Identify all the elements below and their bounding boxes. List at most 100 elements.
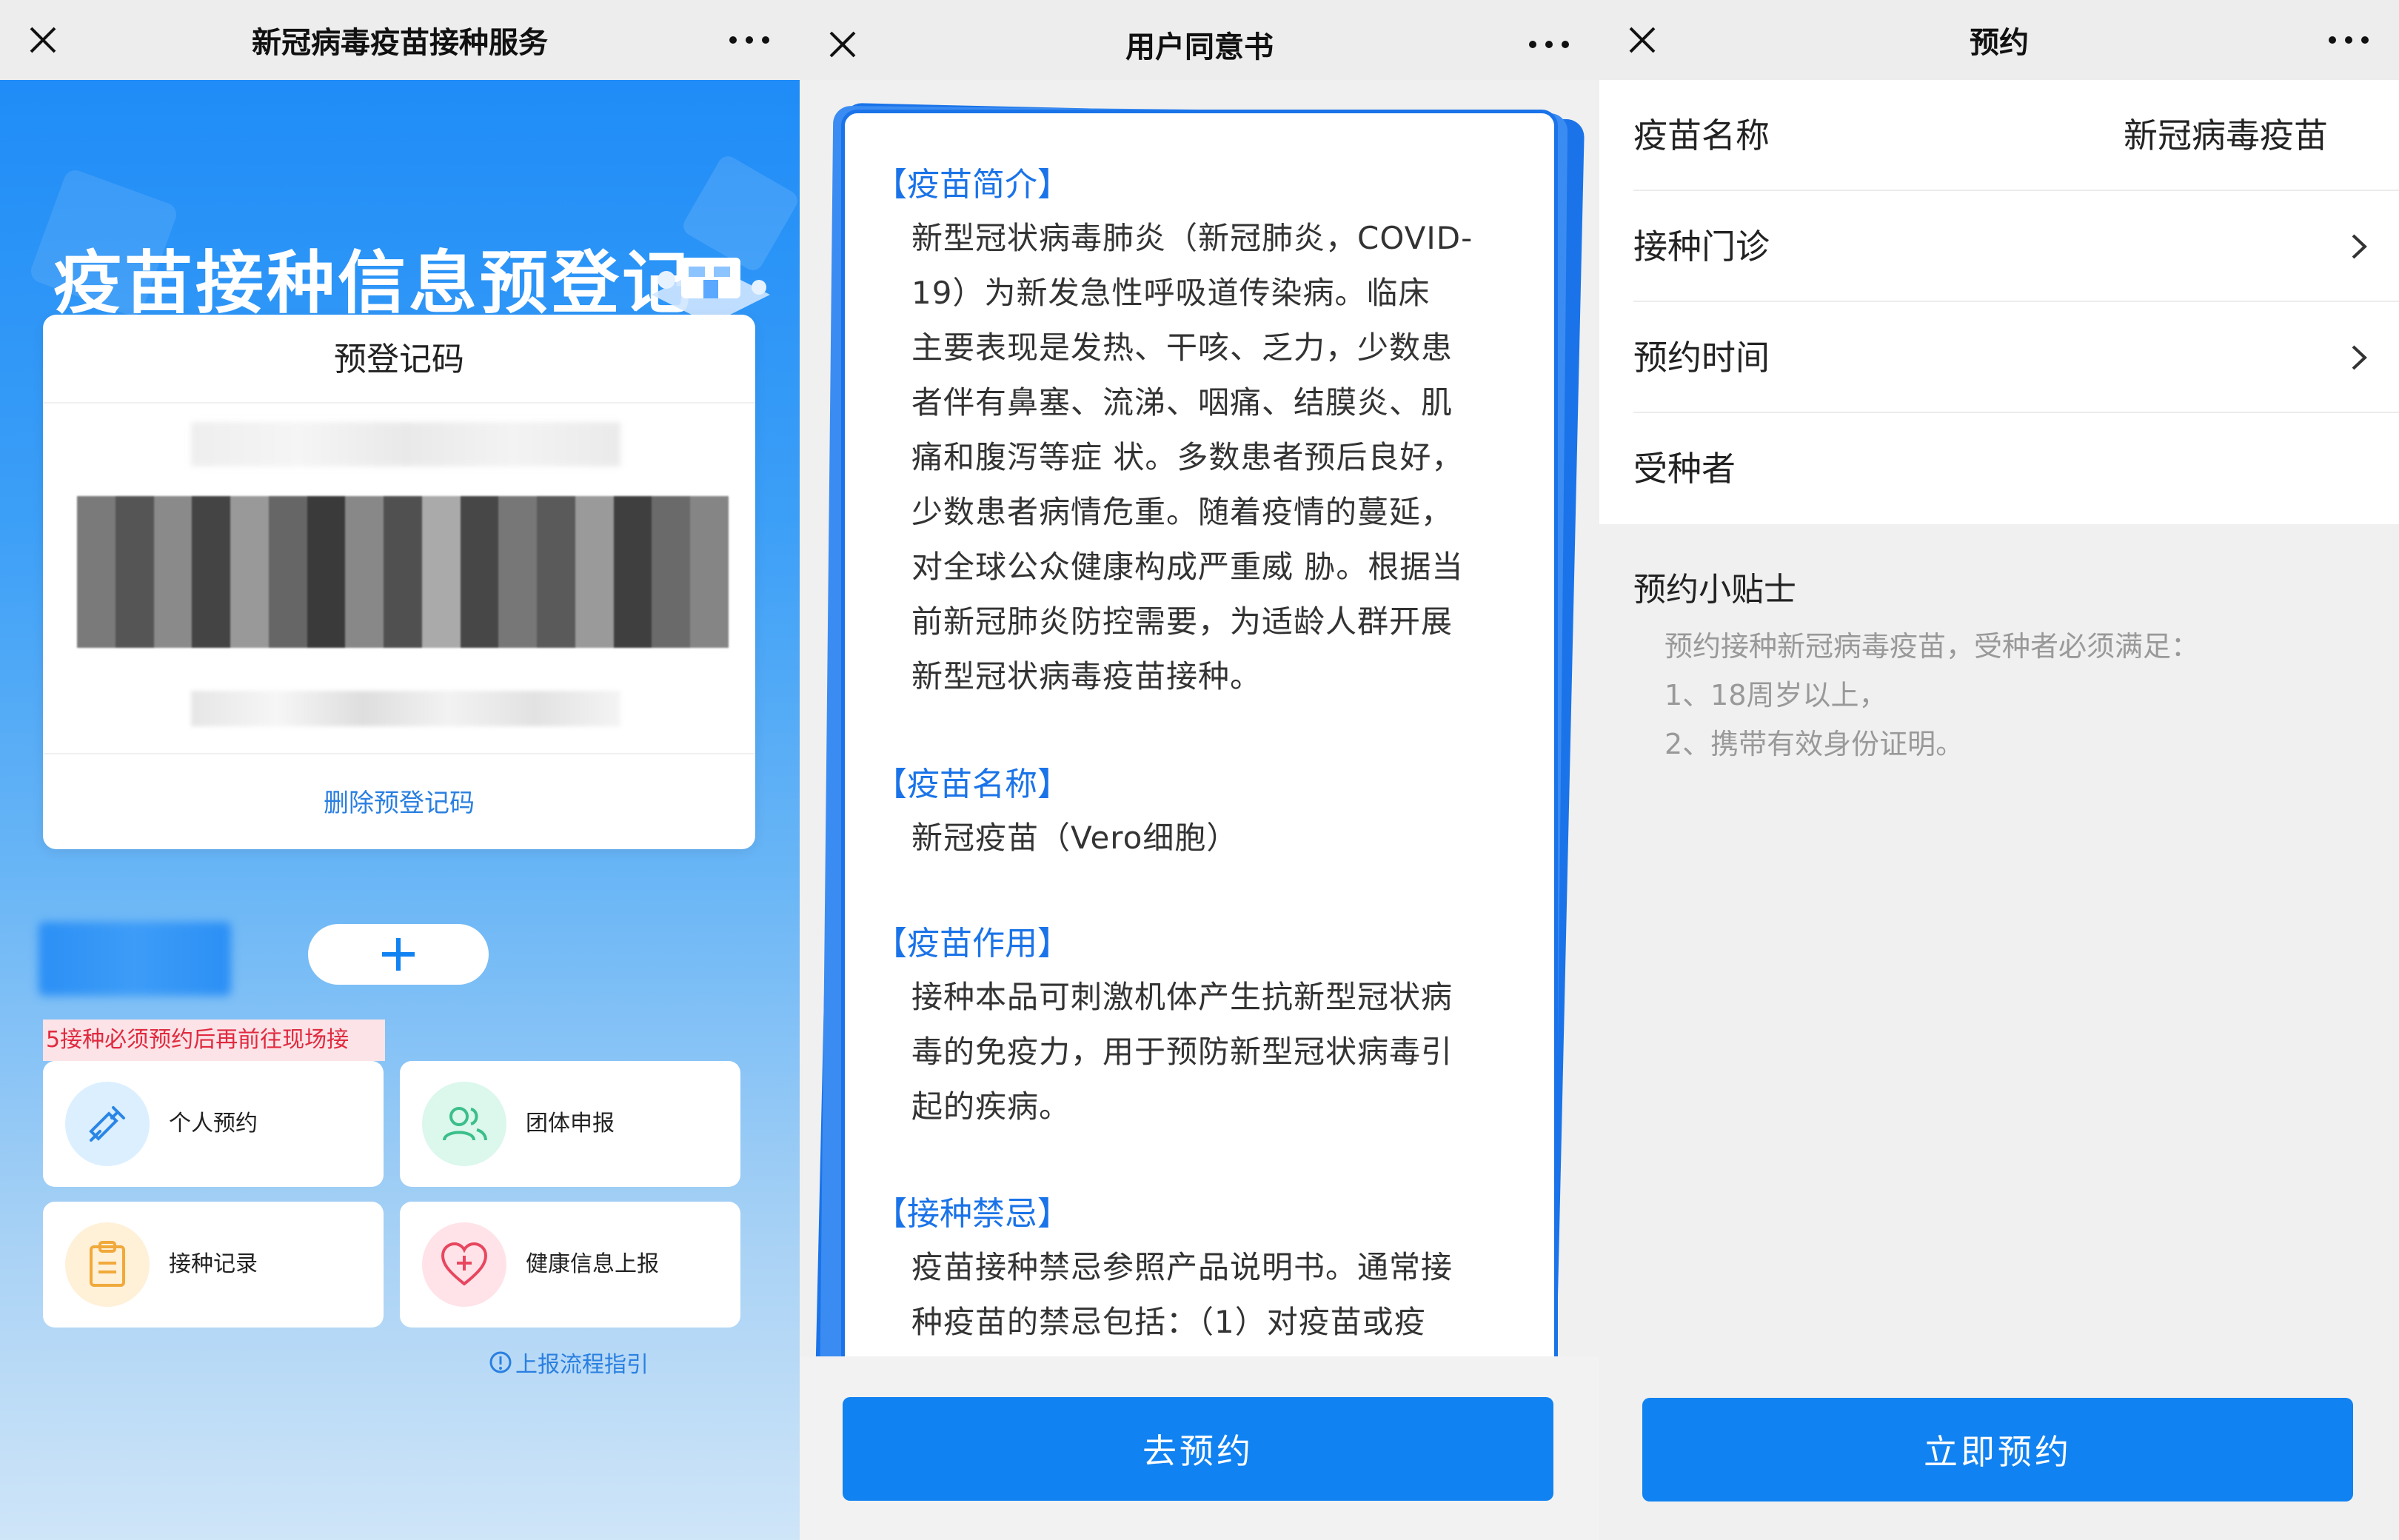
more-button[interactable] (2312, 10, 2386, 70)
more-icon (1529, 41, 1569, 48)
vaccine-name-row: 疫苗名称 新冠病毒疫苗 (1599, 80, 2399, 191)
barcode-bar (192, 496, 231, 648)
preregistration-code-card: 预登记码 删除预登记码 (43, 315, 755, 849)
barcode-bar (460, 496, 499, 648)
barcode-bar (345, 496, 384, 648)
section-body: 新冠疫苗（Vero细胞） (911, 811, 1519, 866)
page-title: 新冠病毒疫苗接种服务 (252, 26, 548, 60)
recipient-row[interactable]: 受种者 (1599, 413, 2399, 524)
section-title: 【疫苗简介】 (874, 166, 1070, 204)
guide-label: 上报流程指引 (515, 1352, 649, 1378)
row-label: 受种者 (1633, 449, 1736, 489)
barcode-bar (307, 496, 346, 648)
barcode-bar (537, 496, 575, 648)
barcode-bar (268, 496, 307, 648)
section-line: 对全球公众健康构成严重威 胁。根据当 (911, 549, 1464, 585)
report-guide-link[interactable]: 上报流程指引 (489, 1346, 649, 1379)
barcode-bar (690, 496, 729, 648)
close-icon (30, 27, 56, 53)
close-icon (829, 31, 856, 58)
personal-booking-tile[interactable]: 个人预约 (43, 1061, 384, 1187)
section-line: 19）为新发急性呼吸道传染病。临床 (911, 275, 1431, 311)
clinic-row[interactable]: 接种门诊 (1599, 191, 2399, 302)
section-line: 毒的免疫力，用于预防新型冠状病毒引 (911, 1034, 1453, 1070)
vaccination-record-tile[interactable]: 接种记录 (43, 1202, 384, 1328)
bottom-bar: 去预约 (800, 1356, 1599, 1540)
section-line: 起的疾病。 (911, 1088, 1071, 1125)
tile-label: 个人预约 (169, 1111, 258, 1136)
barcode-bar (153, 496, 193, 648)
divider (43, 753, 755, 754)
barcode-bar (652, 496, 691, 648)
health-report-tile[interactable]: 健康信息上报 (400, 1202, 740, 1328)
vaccine-name-value: 新冠病毒疫苗 (2124, 116, 2328, 155)
blurred-code-number (191, 691, 620, 726)
section-line: 痛和腹泻等症 状。多数患者预后良好， (911, 439, 1464, 475)
blurred-info (191, 422, 620, 466)
close-icon (1629, 27, 1656, 53)
tile-label: 团体申报 (526, 1111, 615, 1136)
card-title: 预登记码 (334, 341, 464, 378)
section-body: 新型冠状病毒肺炎（新冠肺炎，COVID- 19）为新发急性呼吸道传染病。临床 主要表… (911, 211, 1519, 704)
more-button[interactable] (712, 10, 786, 70)
booking-form: 疫苗名称 新冠病毒疫苗 接种门诊 预约时间 受种者 (1599, 80, 2399, 524)
vaccine-service-screen: 疫苗接种信息预登记 新冠病毒疫苗接种服务 预登记码 删除预登记码 5接种必须预约… (0, 0, 800, 1540)
row-label: 接种门诊 (1633, 227, 1770, 267)
section-title: 【疫苗名称】 (874, 766, 1070, 803)
section-line: 主要表现是发热、干咳、乏力，少数患 (911, 329, 1453, 366)
barcode-bar (115, 496, 154, 648)
book-now-button[interactable]: 立即预约 (1642, 1398, 2353, 1502)
section-title: 【疫苗作用】 (874, 925, 1070, 962)
section-line: 新型冠状病毒疫苗接种。 (911, 658, 1262, 694)
barcode-bar (613, 496, 652, 648)
section-line: 新冠疫苗（Vero细胞） (911, 820, 1239, 856)
section-title: 【接种禁忌】 (874, 1195, 1070, 1233)
tip-item: 预约接种新冠病毒疫苗，受种者必须满足： (1664, 630, 2200, 663)
go-booking-button[interactable]: 去预约 (843, 1397, 1553, 1501)
section-body: 疫苗接种禁忌参照产品说明书。通常接 种疫苗的禁忌包括：（1）对疫苗或疫 (911, 1240, 1519, 1350)
more-button[interactable] (1512, 15, 1586, 74)
section-line: 者伴有鼻塞、流涕、咽痛、结膜炎、肌 (911, 384, 1453, 421)
heart-plus-icon (422, 1222, 506, 1307)
top-bar: 用户同意书 (800, 0, 1599, 80)
more-icon (729, 36, 769, 44)
tile-label: 接种记录 (169, 1251, 258, 1277)
barcode-bar (421, 496, 461, 648)
section-line: 前新冠肺炎防控需要，为适龄人群开展 (911, 603, 1453, 640)
section-line: 接种本品可刺激机体产生抗新型冠状病 (911, 979, 1453, 1015)
section-body: 接种本品可刺激机体产生抗新型冠状病 毒的免疫力，用于预防新型冠状病毒引 起的疾病。 (911, 970, 1519, 1134)
hero-title: 疫苗接种信息预登记 (53, 244, 694, 323)
barcode-bar (498, 496, 538, 648)
booking-time-row[interactable]: 预约时间 (1599, 302, 2399, 413)
add-person-button[interactable] (308, 924, 489, 985)
divider (43, 402, 755, 404)
more-icon (2329, 36, 2369, 44)
tips-list: 预约接种新冠病毒疫苗，受种者必须满足： 1、18周岁以上， 2、携带有效身份证明… (1664, 622, 2199, 769)
blurred-barcode (77, 496, 729, 648)
barcode-bar (384, 496, 422, 648)
clipboard-icon (65, 1222, 150, 1307)
syringe-icon (65, 1082, 150, 1166)
section-line: 少数患者病情危重。随着疫情的蔓延， (911, 494, 1453, 530)
notice-banner: 5接种必须预约后再前往现场接 (43, 1020, 385, 1061)
barcode-bar (77, 496, 116, 648)
top-bar: 预约 (1599, 0, 2399, 80)
group-declaration-tile[interactable]: 团体申报 (400, 1061, 740, 1187)
chevron-right-icon (2352, 234, 2367, 259)
chevron-right-icon (2352, 345, 2367, 370)
blurred-user-name (39, 922, 231, 996)
section-line: 种疫苗的禁忌包括：（1）对疫苗或疫 (911, 1304, 1426, 1340)
delete-code-link[interactable]: 删除预登记码 (43, 783, 755, 819)
page-title: 用户同意书 (1125, 30, 1274, 64)
agreement-document[interactable]: 【疫苗简介】新型冠状病毒肺炎（新冠肺炎，COVID- 19）为新发急性呼吸道传染病… (841, 110, 1558, 1429)
info-icon (489, 1351, 512, 1373)
close-button[interactable] (13, 10, 73, 70)
tip-item: 1、18周岁以上， (1664, 679, 1887, 712)
close-button[interactable] (1613, 10, 1672, 70)
section-line: 疫苗接种禁忌参照产品说明书。通常接 (911, 1249, 1453, 1285)
page-title: 预约 (1970, 26, 2029, 60)
top-bar: 新冠病毒疫苗接种服务 (0, 0, 800, 80)
barcode-bar (230, 496, 269, 648)
user-agreement-screen: 用户同意书 【疫苗简介】新型冠状病毒肺炎（新冠肺炎，COVID- 19）为新发急性… (800, 0, 1599, 1540)
close-button[interactable] (813, 15, 872, 74)
